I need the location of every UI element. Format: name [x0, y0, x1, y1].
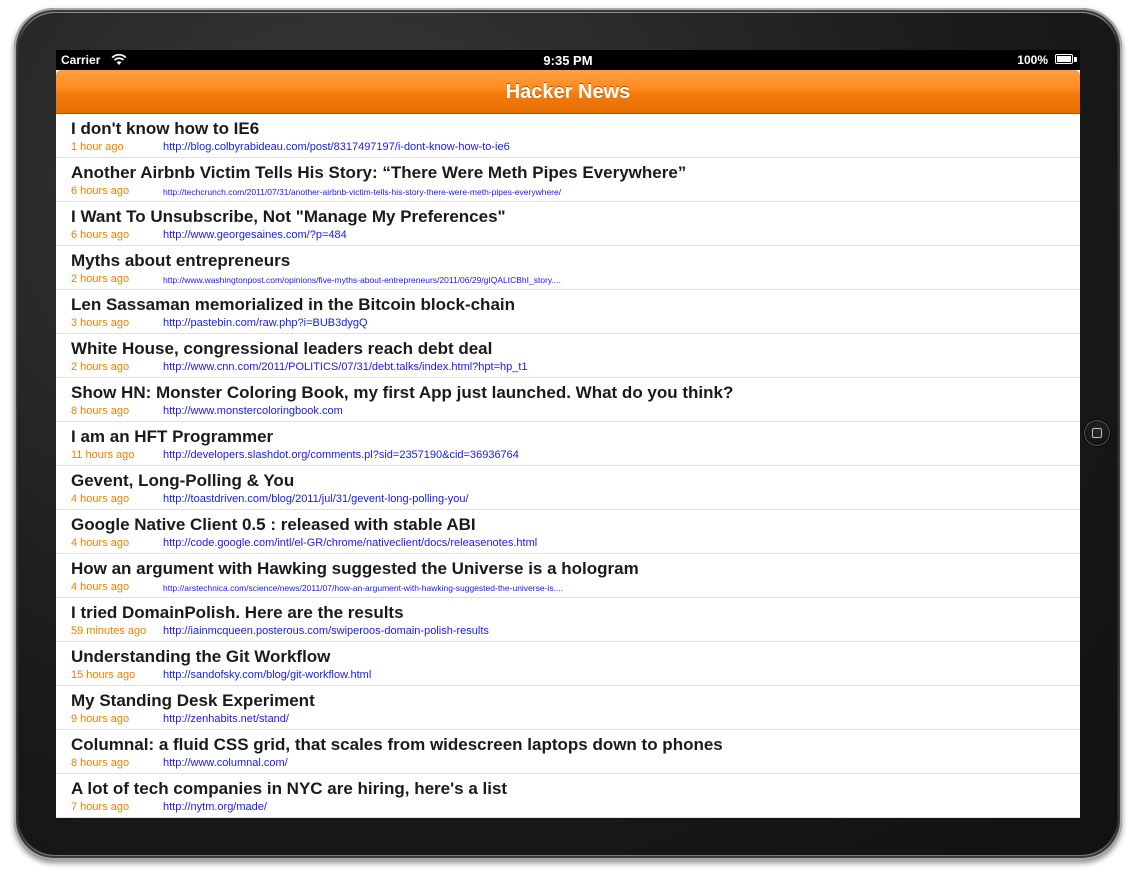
story-url-link[interactable]: http://www.monstercoloringbook.com — [163, 405, 343, 417]
story-time: 59 minutes ago — [71, 625, 147, 637]
story-title: I tried DomainPolish. Here are the resul… — [71, 603, 404, 622]
story-url-link[interactable]: http://www.columnal.com/ — [163, 757, 288, 769]
story-row[interactable]: Understanding the Git Workflow 15 hours a… — [56, 642, 1080, 686]
story-row[interactable]: White House, congressional leaders reach… — [56, 334, 1080, 378]
clock: 9:35 PM — [543, 53, 593, 68]
battery-fill — [1057, 56, 1071, 62]
story-time: 1 hour ago — [71, 141, 124, 153]
story-row[interactable]: Show HN: Monster Coloring Book, my first… — [56, 378, 1080, 422]
battery-percent: 100% — [1017, 53, 1048, 67]
story-title: Understanding the Git Workflow — [71, 647, 331, 666]
screen: Carrier 9:35 PM 100% Hacker News I don't… — [56, 50, 1080, 818]
home-button[interactable] — [1084, 420, 1110, 446]
story-title: How an argument with Hawking suggested t… — [71, 559, 639, 578]
story-url-link[interactable]: http://nytm.org/made/ — [163, 801, 267, 813]
story-url-link[interactable]: http://sandofsky.com/blog/git-workflow.h… — [163, 669, 371, 681]
battery-icon — [1055, 54, 1073, 64]
status-bar: Carrier 9:35 PM 100% — [56, 50, 1080, 70]
story-title: I don't know how to IE6 — [71, 119, 260, 138]
story-url-link[interactable]: http://zenhabits.net/stand/ — [163, 713, 289, 725]
story-row[interactable]: Another Airbnb Victim Tells His Story: “… — [56, 158, 1080, 202]
story-url-link[interactable]: http://www.georgesaines.com/?p=484 — [163, 229, 347, 241]
story-time: 15 hours ago — [71, 669, 136, 681]
story-title: Show HN: Monster Coloring Book, my first… — [71, 383, 734, 402]
story-url-link[interactable]: http://pastebin.com/raw.php?i=BUB3dygQ — [163, 317, 368, 329]
story-url-link[interactable]: http://blog.colbyrabideau.com/post/83174… — [163, 141, 510, 153]
story-url-link[interactable]: http://www.washingtonpost.com/opinions/f… — [163, 275, 561, 285]
story-row[interactable]: I Want To Unsubscribe, Not "Manage My Pr… — [56, 202, 1080, 246]
story-time: 11 hours ago — [71, 449, 135, 461]
story-row[interactable]: How an argument with Hawking suggested t… — [56, 554, 1080, 598]
story-row[interactable]: I tried DomainPolish. Here are the resul… — [56, 598, 1080, 642]
story-time: 7 hours ago — [71, 801, 130, 813]
story-time: 4 hours ago — [71, 493, 130, 505]
story-row[interactable]: I am an HFT Programmer 11 hours ago http:/… — [56, 422, 1080, 466]
story-title: Another Airbnb Victim Tells His Story: “… — [71, 163, 687, 182]
story-time: 4 hours ago — [71, 581, 130, 593]
story-time: 6 hours ago — [71, 229, 130, 241]
story-url-link[interactable]: http://iainmcqueen.posterous.com/swipero… — [163, 625, 489, 637]
story-row[interactable]: Len Sassaman memorialized in the Bitcoin… — [56, 290, 1080, 334]
story-title: A lot of tech companies in NYC are hirin… — [71, 779, 508, 798]
story-list: I don't know how to IE6 1 hour ago http://… — [56, 114, 1080, 818]
story-time: 3 hours ago — [71, 317, 130, 329]
story-row[interactable]: Myths about entrepreneurs 2 hours ago http… — [56, 246, 1080, 290]
story-time: 2 hours ago — [71, 361, 130, 373]
story-row[interactable]: I don't know how to IE6 1 hour ago http://… — [56, 114, 1080, 158]
story-time: 8 hours ago — [71, 405, 130, 417]
story-time: 9 hours ago — [71, 713, 130, 725]
story-row[interactable]: Google Native Client 0.5 : released with… — [56, 510, 1080, 554]
story-title: Gevent, Long-Polling & You — [71, 471, 295, 490]
story-time: 8 hours ago — [71, 757, 130, 769]
story-url-link[interactable]: http://techcrunch.com/2011/07/31/another… — [163, 187, 561, 197]
story-time: 6 hours ago — [71, 185, 130, 197]
story-url-link[interactable]: http://toastdriven.com/blog/2011/jul/31/… — [163, 493, 469, 505]
story-url-link[interactable]: http://developers.slashdot.org/comments.… — [163, 449, 519, 461]
story-url-link[interactable]: http://www.cnn.com/2011/POLITICS/07/31/d… — [163, 361, 528, 373]
navigation-bar: Hacker News — [56, 70, 1080, 114]
story-row[interactable]: A lot of tech companies in NYC are hirin… — [56, 774, 1080, 818]
story-url-link[interactable]: http://arstechnica.com/science/news/2011… — [163, 583, 563, 593]
story-title: I am an HFT Programmer — [71, 427, 274, 446]
nav-title: Hacker News — [505, 81, 631, 103]
story-time: 2 hours ago — [71, 273, 130, 285]
story-title: Columnal: a fluid CSS grid, that scales … — [71, 735, 723, 754]
story-row[interactable]: My Standing Desk Experiment 9 hours ago ht… — [56, 686, 1080, 730]
story-row[interactable]: Gevent, Long-Polling & You 4 hours ago htt… — [56, 466, 1080, 510]
story-title: My Standing Desk Experiment — [71, 691, 315, 710]
story-title: Myths about entrepreneurs — [71, 251, 291, 270]
story-title: I Want To Unsubscribe, Not "Manage My Pr… — [71, 207, 506, 226]
story-url-link[interactable]: http://code.google.com/intl/el-GR/chrome… — [163, 537, 537, 549]
story-title: Len Sassaman memorialized in the Bitcoin… — [71, 295, 516, 314]
story-title: White House, congressional leaders reach… — [71, 339, 493, 358]
battery-nub — [1074, 57, 1077, 62]
story-row[interactable]: Columnal: a fluid CSS grid, that scales … — [56, 730, 1080, 774]
story-time: 4 hours ago — [71, 537, 130, 549]
story-title: Google Native Client 0.5 : released with… — [71, 515, 476, 534]
home-square-icon — [1092, 428, 1102, 438]
